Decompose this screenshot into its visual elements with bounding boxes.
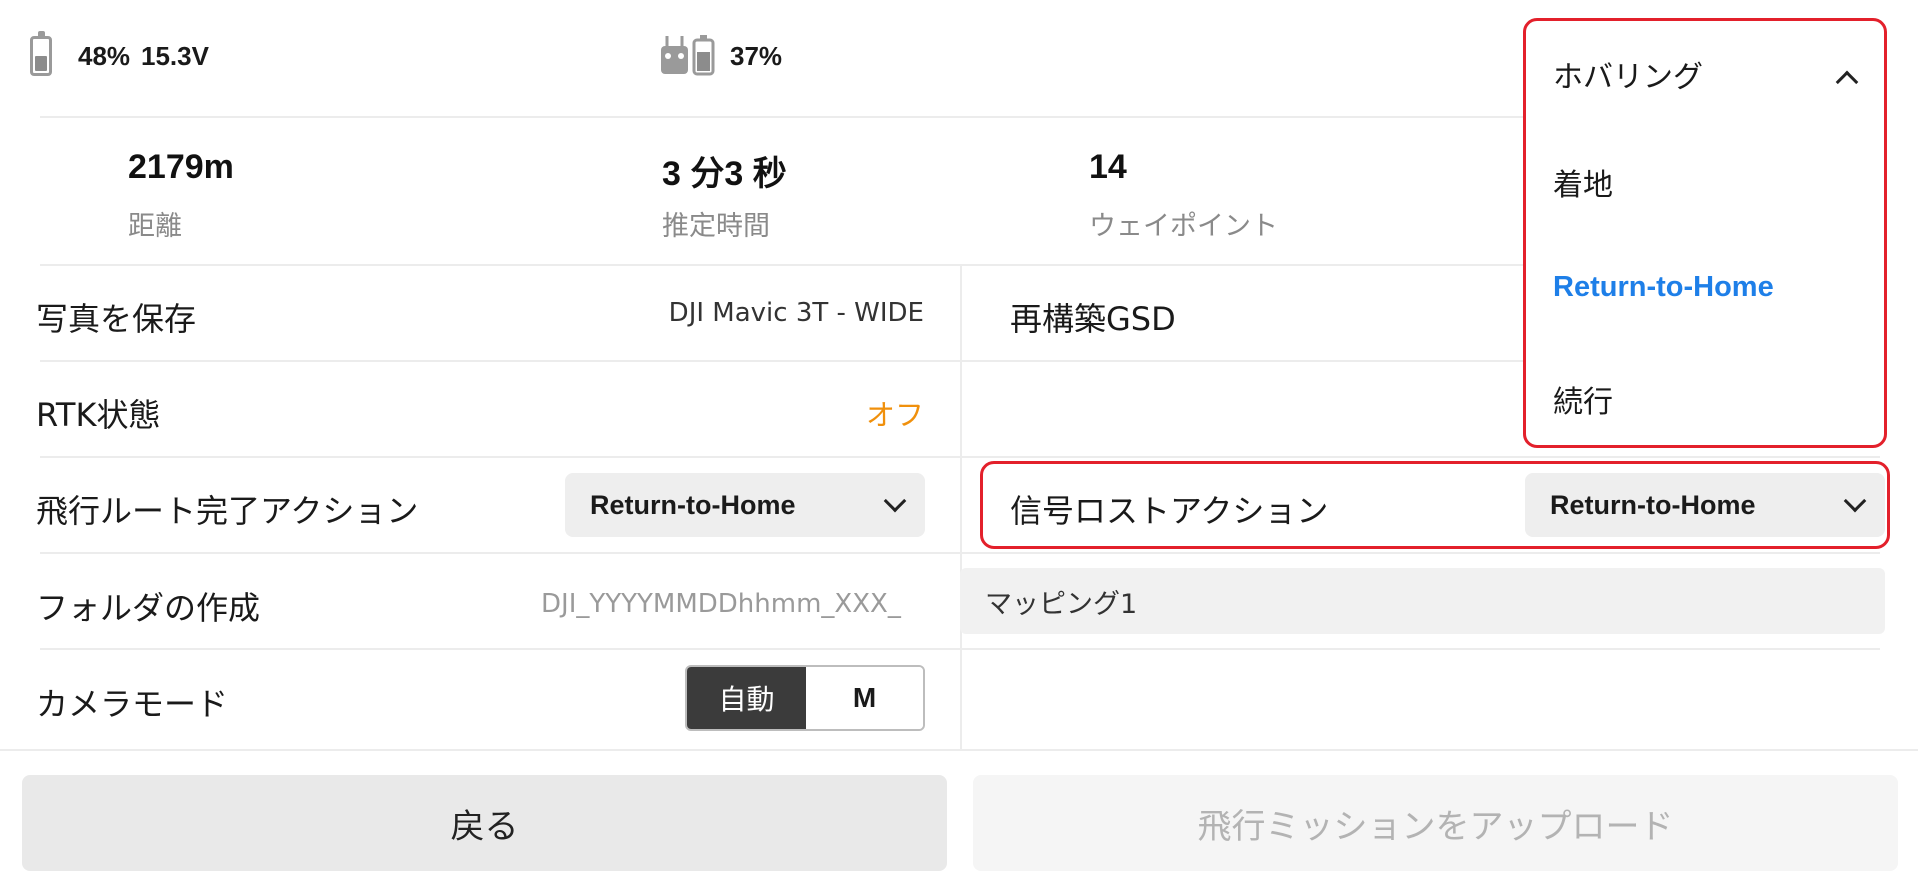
- rebuild-gsd-label: 再構築GSD: [1010, 300, 1176, 338]
- estimated-time-value: 3 分3 秒: [662, 155, 787, 193]
- divider: [40, 264, 1540, 266]
- dropdown-highlight: [1523, 18, 1887, 448]
- rc-battery-percent: 37%: [730, 41, 783, 71]
- divider: [40, 552, 1880, 554]
- estimated-time-label: 推定時間: [662, 211, 770, 242]
- upload-mission-button[interactable]: 飛行ミッションをアップロード: [973, 775, 1898, 871]
- chevron-down-icon: [883, 489, 907, 513]
- aircraft-battery-icon: [30, 31, 52, 76]
- route-complete-action-label: 飛行ルート完了アクション: [36, 492, 419, 530]
- back-button[interactable]: 戻る: [22, 775, 947, 871]
- waypoints-value: 14: [1089, 148, 1127, 186]
- folder-name-prefix: DJI_YYYYMMDDhhmm_XXX_: [541, 589, 901, 619]
- camera-mode-manual-option[interactable]: M: [806, 667, 923, 729]
- aircraft-voltage: 15.3V: [141, 41, 209, 71]
- column-divider: [960, 264, 962, 750]
- rtk-status-value: オフ: [865, 398, 924, 432]
- waypoints-label: ウェイポイント: [1089, 211, 1278, 242]
- route-complete-action-select[interactable]: Return-to-Home: [565, 473, 925, 537]
- create-folder-label: フォルダの作成: [36, 589, 261, 627]
- route-complete-action-value: Return-to-Home: [590, 489, 796, 520]
- signal-lost-action-highlight: [980, 461, 1890, 549]
- save-photo-label: 写真を保存: [36, 300, 197, 338]
- distance-value: 2179m: [128, 148, 234, 186]
- aircraft-battery-percent: 48%: [78, 41, 131, 71]
- divider: [40, 648, 1880, 650]
- distance-label: 距離: [128, 211, 182, 242]
- divider: [40, 116, 1540, 118]
- remote-controller-icon: [660, 34, 716, 76]
- divider: [0, 749, 1918, 751]
- camera-mode-label: カメラモード: [36, 685, 229, 723]
- save-photo-value: DJI Mavic 3T - WIDE: [668, 298, 924, 328]
- rtk-status-label: RTK状態: [36, 396, 161, 434]
- folder-name-input[interactable]: マッピング1: [960, 568, 1885, 634]
- camera-mode-auto-option[interactable]: 自動: [687, 667, 806, 729]
- camera-mode-segmented-control[interactable]: 自動 M: [685, 665, 925, 731]
- divider: [40, 456, 1880, 458]
